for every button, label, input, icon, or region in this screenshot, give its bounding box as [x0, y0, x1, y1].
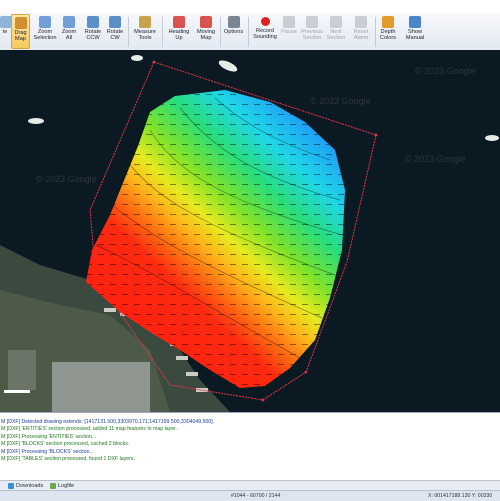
log-line: M [DXF] 'BLOCKS' section processed, cach… [1, 441, 130, 448]
next-section-button[interactable]: Next Section [325, 14, 347, 49]
book-icon [409, 16, 421, 28]
magnifier-icon [63, 16, 75, 28]
wrench-icon [227, 16, 240, 28]
zoom-selection-button[interactable]: Zoom Selection [33, 14, 57, 49]
measure-label: Measure Tools [134, 29, 156, 42]
moving-map-icon [200, 16, 212, 28]
heading-icon [173, 16, 185, 28]
heading-up-button[interactable]: Heading Up [167, 14, 191, 49]
depth-colors-label: Depth Colors [379, 29, 397, 42]
depth-colors-button[interactable]: Depth Colors [376, 14, 400, 49]
building-roof-2 [8, 350, 36, 390]
download-icon [8, 483, 14, 489]
options-label: Options [223, 29, 244, 35]
zoom-all-button[interactable]: Zoom All [58, 14, 80, 49]
record-icon [260, 17, 270, 26]
rotate-ccw-icon [87, 16, 99, 28]
tab-downloads[interactable]: Downloads [8, 482, 43, 490]
te-label: te [2, 29, 8, 35]
log-line: M [DXF] Detected drawing extends: [14171… [1, 419, 215, 425]
drag-label: Drag Map [14, 30, 27, 43]
log-line: M [DXF] 'TABLES' section processed, foun… [1, 456, 135, 463]
status-center: #1044 - 60700 / 2144 [231, 493, 281, 499]
magnifier-icon [39, 16, 51, 28]
ribbon-toolbar: te Drag Map Zoom Selection Zoom All Rotate C… [0, 13, 500, 51]
alarm-icon [355, 16, 367, 28]
show-manual-label: Show Manual [405, 29, 425, 42]
tab-downloads-label: Downloads [16, 483, 44, 489]
pause-label: Pause [281, 29, 297, 35]
status-bar: #1044 - 60700 / 2144 X: 001417188.130 Y:… [0, 490, 500, 501]
map-view[interactable]: © 2023 Google © 2023 Google © 2023 Googl… [0, 50, 500, 412]
reset-alarm-button[interactable]: Reset Alarm [349, 14, 373, 49]
show-manual-button[interactable]: Show Manual [403, 14, 427, 49]
reset-alarm-label: Reset Alarm [353, 29, 369, 42]
hand-icon [14, 17, 27, 29]
te-button[interactable]: te [0, 14, 12, 49]
rotate-cw-button[interactable]: Rotate CW [104, 14, 126, 49]
pause-icon [283, 16, 295, 28]
title-strip [0, 0, 500, 13]
map-watermark: © 2023 Google [310, 96, 371, 106]
rotate-cw-label: Rotate CW [106, 29, 124, 42]
tab-logfile-label: Logfile [58, 483, 75, 489]
pause-button[interactable]: Pause [279, 14, 299, 49]
drag-button[interactable]: Drag Map [11, 14, 30, 49]
palette-icon [382, 16, 394, 28]
rotate-cw-icon [109, 16, 121, 28]
zoom-all-label: Zoom All [61, 29, 77, 42]
record-button[interactable]: Record Sounding [252, 14, 278, 49]
toolbar-separator [162, 17, 163, 47]
map-watermark: © 2023 Google [415, 66, 476, 76]
tab-logfile[interactable]: Logfile [50, 482, 74, 490]
zoom-selection-label: Zoom Selection [33, 29, 57, 42]
previous-section-label: Previous Section [301, 29, 323, 42]
scale-bar [4, 390, 30, 393]
moving-map-button[interactable]: Moving Map [194, 14, 218, 49]
measure-button[interactable]: Measure Tools [130, 14, 160, 49]
previous-section-button[interactable]: Previous Section [300, 14, 324, 49]
toolbar-separator [128, 17, 129, 47]
log-line: M [DXF] Processing 'ENTITIES' section... [1, 433, 97, 440]
options-button[interactable]: Options [221, 14, 246, 49]
log-panel: M [DXF] Detected drawing extends: [14171… [0, 412, 500, 480]
record-label: Record Sounding [253, 28, 277, 41]
ruler-icon [139, 16, 151, 28]
rotate-ccw-button[interactable]: Rotate CCW [83, 14, 103, 49]
previous-icon [306, 16, 318, 28]
next-section-label: Next Section [326, 29, 346, 42]
map-canvas [0, 55, 499, 412]
map-watermark: © 2023 Google [405, 154, 466, 164]
heading-up-label: Heading Up [168, 29, 190, 42]
rotate-ccw-label: Rotate CCW [84, 29, 102, 42]
logfile-icon [50, 483, 56, 489]
toolbar-separator [248, 17, 249, 47]
moving-map-label: Moving Map [196, 29, 216, 42]
map-watermark: © 2023 Google [36, 174, 97, 184]
building-roof [52, 362, 150, 412]
log-line: M [DXF] 'ENTITIES' section processed, ad… [1, 426, 178, 433]
status-coordinates: X: 001417188.130 Y: 00330 [428, 493, 493, 499]
next-icon [330, 16, 342, 28]
log-line: M [DXF] Processing 'BLOCKS' section... [1, 448, 94, 455]
